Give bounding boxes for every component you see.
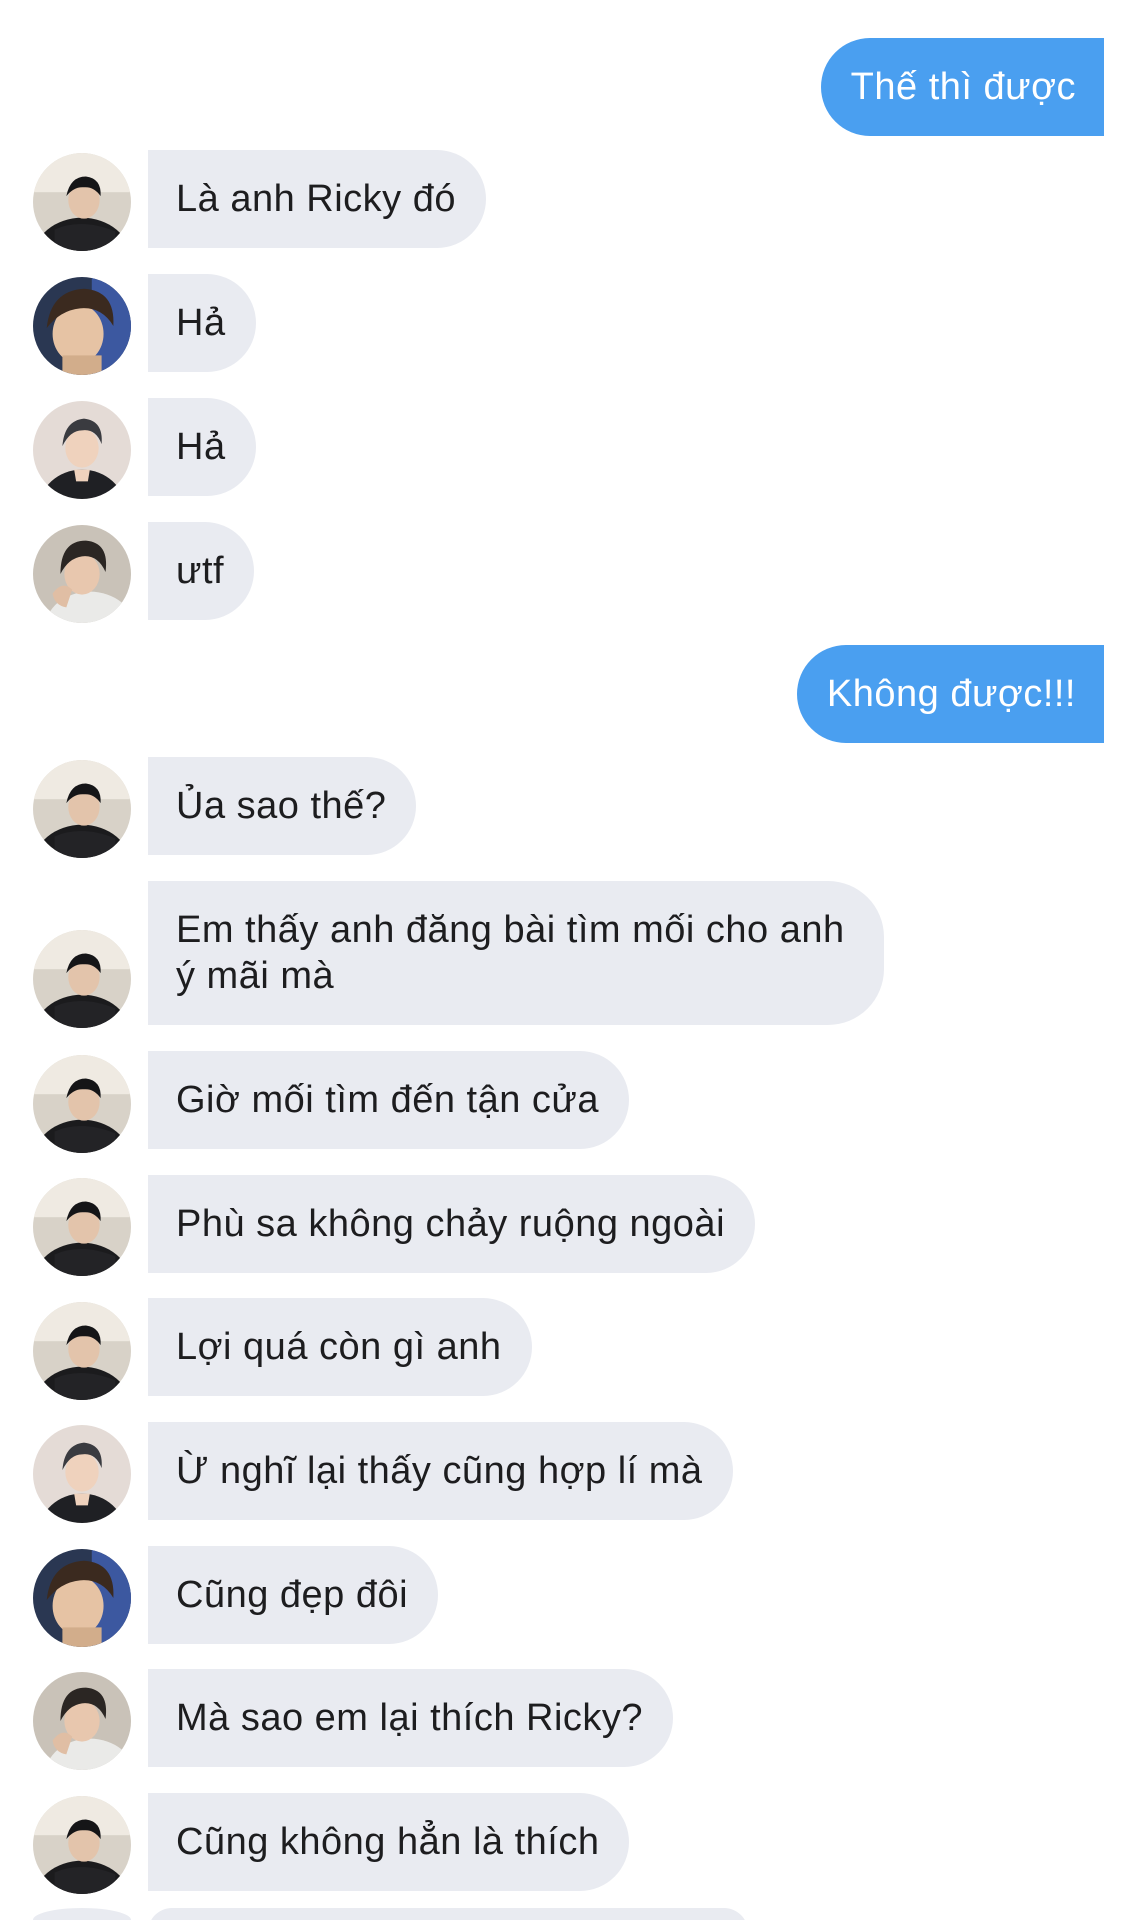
avatar-a-icon[interactable] bbox=[33, 930, 131, 1028]
incoming-message[interactable]: Là anh Ricky đó bbox=[148, 150, 486, 248]
avatar-c-icon[interactable] bbox=[33, 401, 131, 499]
avatar-a-icon[interactable] bbox=[33, 1796, 131, 1894]
incoming-message[interactable]: Phù sa không chảy ruộng ngoài bbox=[148, 1175, 756, 1273]
avatar-d-icon[interactable] bbox=[33, 1672, 131, 1770]
partial-avatar bbox=[33, 1908, 131, 1920]
incoming-message[interactable]: Ừ nghĩ lại thấy cũng hợp lí mà bbox=[148, 1422, 733, 1520]
incoming-message[interactable]: ưtf bbox=[148, 522, 255, 620]
avatar-a-icon[interactable] bbox=[33, 1055, 131, 1153]
outgoing-message[interactable]: Thế thì được bbox=[820, 38, 1104, 136]
partial-message bbox=[148, 1908, 748, 1920]
incoming-message[interactable]: Hả bbox=[148, 398, 256, 496]
incoming-message[interactable]: Cũng không hẳn là thích bbox=[148, 1793, 630, 1891]
avatar-a-icon[interactable] bbox=[33, 1178, 131, 1276]
avatar-b-icon[interactable] bbox=[33, 1549, 131, 1647]
incoming-message[interactable]: Ủa sao thế? bbox=[148, 757, 417, 855]
avatar-a-icon[interactable] bbox=[33, 1302, 131, 1400]
incoming-message[interactable]: Lợi quá còn gì anh bbox=[148, 1298, 532, 1396]
incoming-message[interactable]: Hả bbox=[148, 274, 256, 372]
avatar-c-icon[interactable] bbox=[33, 1425, 131, 1523]
avatar-a-icon[interactable] bbox=[33, 760, 131, 858]
incoming-message[interactable]: Giờ mối tìm đến tận cửa bbox=[148, 1051, 630, 1149]
outgoing-message[interactable]: Không được!!! bbox=[796, 645, 1104, 743]
incoming-message[interactable]: Em thấy anh đăng bài tìm mối cho anh ý m… bbox=[148, 881, 884, 1025]
avatar-a-icon[interactable] bbox=[33, 153, 131, 251]
avatar-d-icon[interactable] bbox=[33, 525, 131, 623]
avatar-b-icon[interactable] bbox=[33, 277, 131, 375]
incoming-message[interactable]: Cũng đẹp đôi bbox=[148, 1546, 439, 1644]
incoming-message[interactable]: Mà sao em lại thích Ricky? bbox=[148, 1669, 674, 1767]
